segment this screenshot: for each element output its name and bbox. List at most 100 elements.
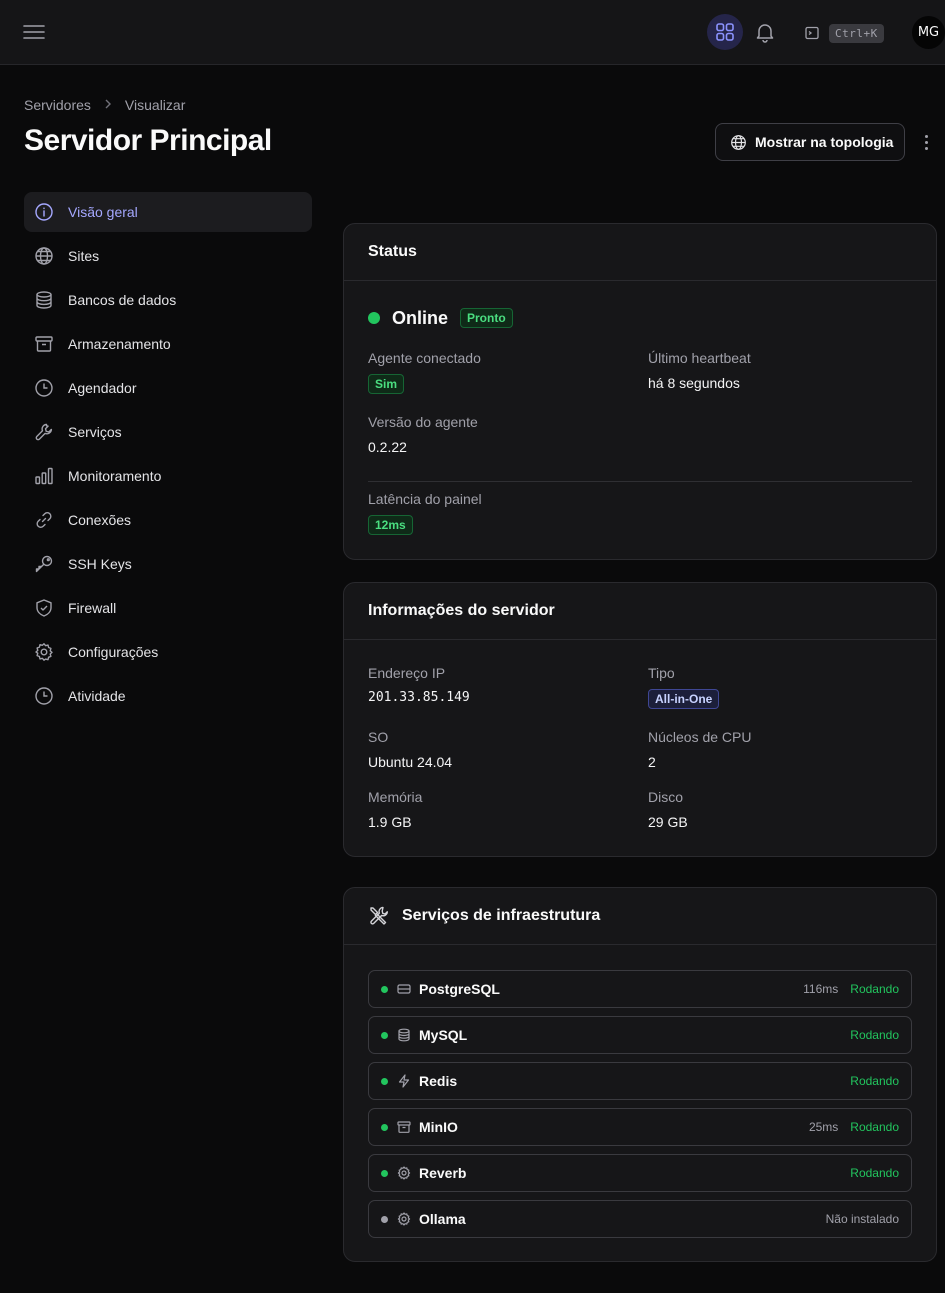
show-topology-button[interactable]: Mostrar na topologia [715,123,905,161]
ip-label: Endereço IP [368,665,446,681]
service-name: MinIO [419,1119,458,1135]
shield-icon [36,599,52,617]
sidebar-item-firewall[interactable]: Firewall [24,588,312,628]
sidebar-item-label: Conexões [68,512,132,528]
service-latency: 25ms [808,1120,839,1134]
service-status: Rodando [850,982,899,996]
status-dot-icon [381,1031,388,1039]
globe-icon [35,247,53,265]
type-badge: All-in-One [648,689,720,709]
more-options-icon[interactable] [918,132,934,152]
gear-icon [397,1212,411,1226]
gear-icon [397,1166,411,1180]
sidebar-item-databases[interactable]: Bancos de dados [24,280,312,320]
breadcrumb-view: Visualizar [124,97,186,113]
status-dot-icon [381,1077,388,1085]
service-status: Não instalado [825,1212,899,1226]
terminal-icon [805,26,819,40]
sidebar-item-label: Sites [68,248,100,264]
service-status: Rodando [850,1074,899,1088]
server-icon [397,984,411,994]
service-row-redis[interactable]: Redis Rodando [368,1062,912,1100]
server-info-title: Informações do servidor [344,583,936,640]
archive-icon [397,1121,411,1133]
service-status: Rodando [850,1166,899,1180]
breadcrumb: Servidores Visualizar [24,97,185,113]
sidebar: Visão geral Sites Bancos de dados Armaze… [24,192,312,720]
chevron-right-icon [103,98,113,113]
type-label: Tipo [648,665,675,681]
sidebar-item-label: Bancos de dados [68,292,177,308]
menu-icon[interactable] [22,22,46,42]
shortcut-hint: Ctrl+K [829,23,884,43]
cpu-value: 2 [648,754,656,770]
status-dot-icon [381,1215,388,1223]
apps-grid-button[interactable] [707,14,743,50]
status-dot-icon [381,985,388,993]
agent-connected-badge: Sim [368,374,405,394]
cpu-label: Núcleos de CPU [648,729,752,745]
sidebar-item-scheduler[interactable]: Agendador [24,368,312,408]
sidebar-item-monitoring[interactable]: Monitoramento [24,456,312,496]
database-icon [36,291,52,309]
divider [368,481,912,482]
service-name: Redis [419,1073,458,1089]
service-latency: 116ms [803,982,839,996]
bell-icon [756,24,774,43]
top-bar: Ctrl+K MG [0,0,945,65]
sidebar-item-label: Firewall [68,600,117,616]
gear-icon [35,643,53,661]
sidebar-item-ssh-keys[interactable]: SSH Keys [24,544,312,584]
agent-version-label: Versão do agente [368,414,478,430]
heartbeat-value: há 8 segundos [648,375,740,391]
service-name: MySQL [419,1027,468,1043]
page-title: Servidor Principal [24,124,272,157]
notifications-button[interactable] [753,20,777,44]
infra-services-header: Serviços de infraestrutura [344,888,936,945]
service-row-mysql[interactable]: MySQL Rodando [368,1016,912,1054]
tools-icon [370,906,388,925]
wrench-icon [35,423,53,441]
sidebar-item-overview[interactable]: Visão geral [24,192,312,232]
agent-connected-label: Agente conectado [368,350,481,366]
clock-icon [35,687,53,705]
sidebar-item-label: Agendador [68,380,137,396]
key-icon [35,555,53,573]
avatar[interactable]: MG [912,16,945,49]
server-info-card: Informações do servidor Endereço IP 201.… [343,582,937,857]
sidebar-item-activity[interactable]: Atividade [24,676,312,716]
status-card: Status Online Pronto Agente conectado Si… [343,223,937,560]
sidebar-item-label: Armazenamento [68,336,171,352]
status-card-title: Status [344,224,936,281]
breadcrumb-servers[interactable]: Servidores [24,97,91,113]
sidebar-item-label: SSH Keys [68,556,132,572]
topology-label: Mostrar na topologia [755,134,894,150]
service-row-ollama[interactable]: Ollama Não instalado [368,1200,912,1238]
command-palette-button[interactable]: Ctrl+K [804,22,884,44]
ready-badge: Pronto [460,308,513,328]
sidebar-item-label: Atividade [68,688,126,704]
latency-label: Latência do painel [368,491,482,507]
sidebar-item-storage[interactable]: Armazenamento [24,324,312,364]
service-status: Rodando [850,1028,899,1042]
sidebar-item-settings[interactable]: Configurações [24,632,312,672]
grid-icon [716,23,734,41]
bolt-icon [398,1074,410,1088]
service-row-postgresql[interactable]: PostgreSQL 116ms Rodando [368,970,912,1008]
database-icon [398,1028,410,1042]
service-name: PostgreSQL [419,981,500,997]
infra-services-title: Serviços de infraestrutura [402,907,601,924]
os-value: Ubuntu 24.04 [368,754,453,770]
sidebar-item-connections[interactable]: Conexões [24,500,312,540]
sidebar-item-services[interactable]: Serviços [24,412,312,452]
service-name: Reverb [419,1165,467,1181]
ip-value: 201.33.85.149 [368,690,470,705]
status-dot-icon [381,1123,388,1131]
sidebar-item-sites[interactable]: Sites [24,236,312,276]
service-row-reverb[interactable]: Reverb Rodando [368,1154,912,1192]
service-name: Ollama [419,1211,466,1227]
link-icon [36,511,52,529]
service-row-minio[interactable]: MinIO 25ms Rodando [368,1108,912,1146]
archive-icon [35,336,53,352]
os-label: SO [368,729,389,745]
